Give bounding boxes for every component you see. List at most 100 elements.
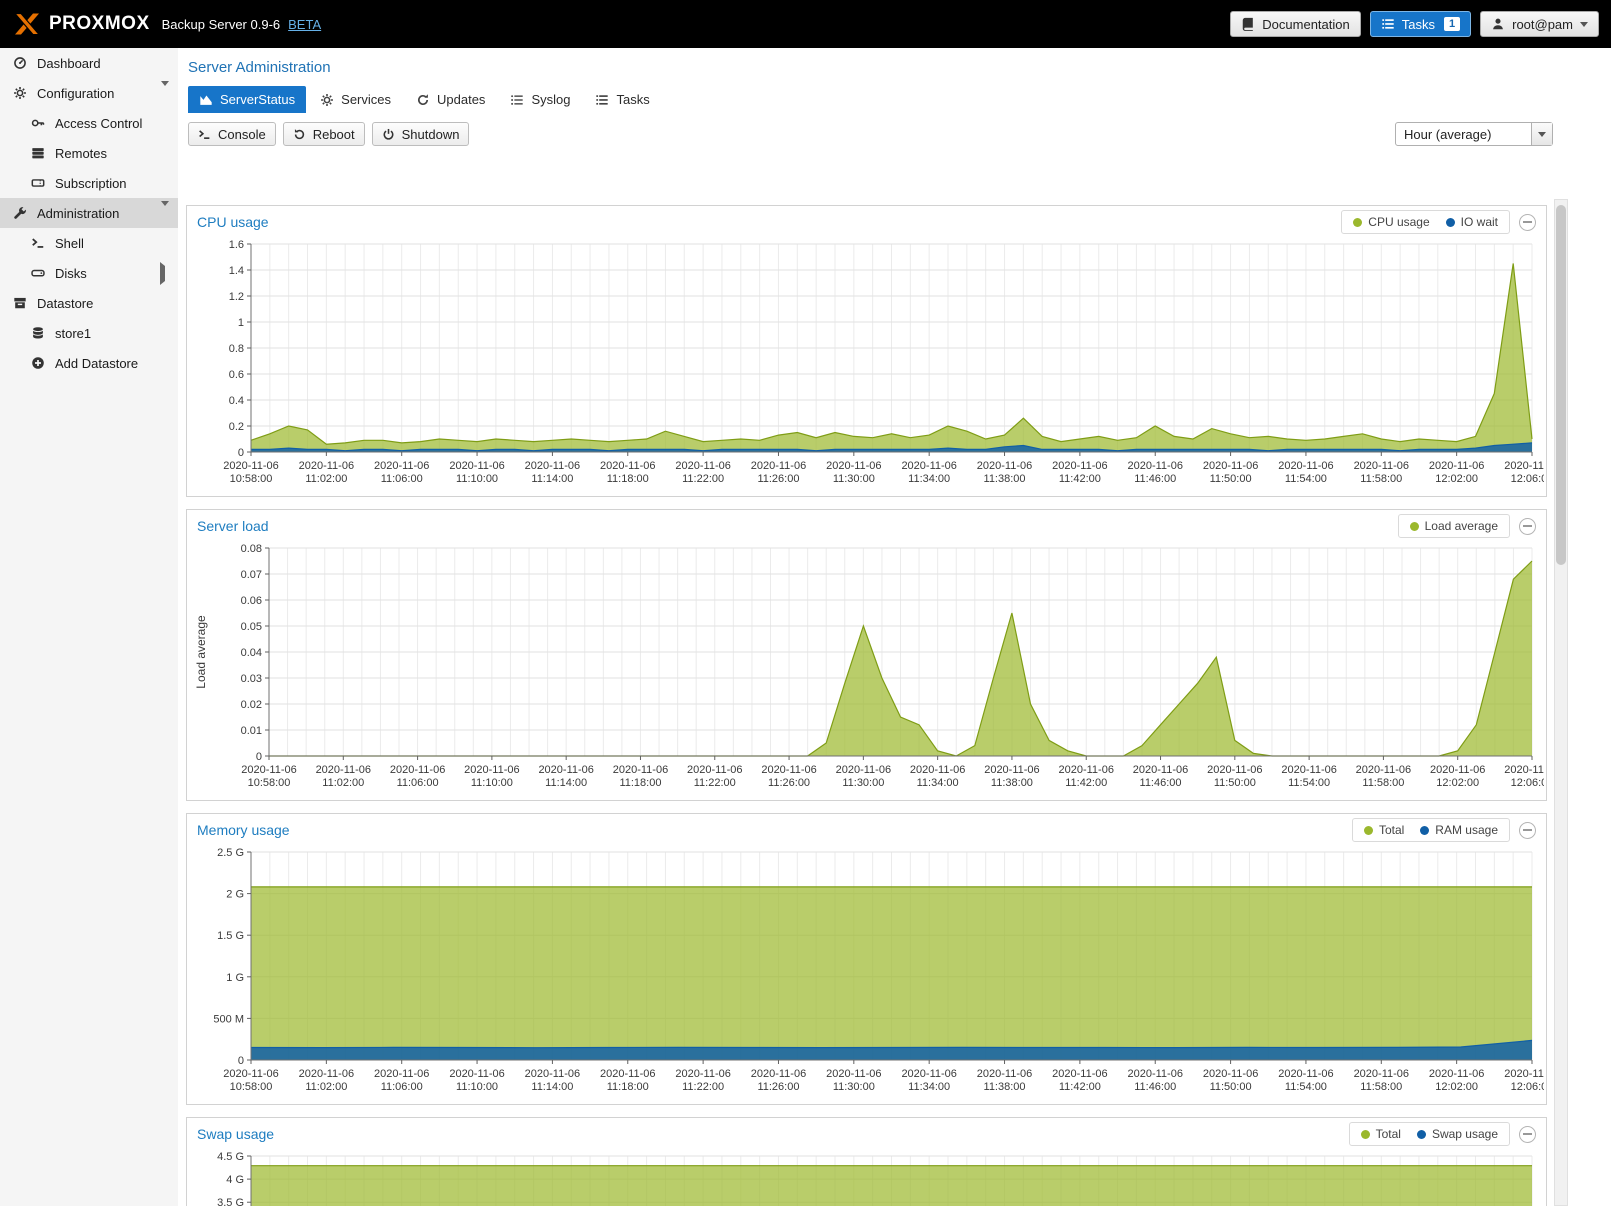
legend-label: IO wait bbox=[1461, 215, 1498, 229]
svg-text:2020-11-06: 2020-11-06 bbox=[1504, 764, 1544, 776]
collapse-icon[interactable] bbox=[1519, 518, 1536, 535]
documentation-label: Documentation bbox=[1262, 17, 1349, 32]
reboot-button[interactable]: Reboot bbox=[283, 122, 365, 146]
tab-services[interactable]: Services bbox=[309, 86, 402, 113]
tasks-button[interactable]: Tasks 1 bbox=[1370, 11, 1471, 37]
svg-text:2020-11-06: 2020-11-06 bbox=[826, 1068, 881, 1080]
legend-item[interactable]: CPU usage bbox=[1353, 215, 1429, 229]
legend-item[interactable]: Load average bbox=[1410, 519, 1498, 533]
chart-area-icon bbox=[199, 93, 213, 107]
user-menu-button[interactable]: root@pam bbox=[1480, 11, 1599, 37]
legend-label: Load average bbox=[1425, 519, 1498, 533]
tab-tasks[interactable]: Tasks bbox=[584, 86, 660, 113]
svg-text:2020-11-06: 2020-11-06 bbox=[374, 1068, 429, 1080]
console-button[interactable]: Console bbox=[188, 122, 276, 146]
legend-dot bbox=[1410, 522, 1419, 531]
cpu-usage-panel: CPU usage CPU usage IO wait 00.20.40.60.… bbox=[186, 205, 1547, 497]
svg-text:2020-11-06: 2020-11-06 bbox=[901, 1068, 956, 1080]
svg-text:11:18:00: 11:18:00 bbox=[607, 473, 649, 485]
sidebar-item-store1[interactable]: store1 bbox=[0, 318, 178, 348]
svg-text:11:06:00: 11:06:00 bbox=[381, 473, 423, 485]
svg-text:2020-11-06: 2020-11-06 bbox=[525, 460, 580, 472]
ticket-icon bbox=[30, 176, 46, 190]
legend-item[interactable]: Total bbox=[1361, 1127, 1401, 1141]
sidebar-item-datastore[interactable]: Datastore bbox=[0, 288, 178, 318]
svg-text:11:26:00: 11:26:00 bbox=[757, 1081, 799, 1093]
svg-text:11:46:00: 11:46:00 bbox=[1134, 1081, 1176, 1093]
vertical-scrollbar[interactable] bbox=[1554, 199, 1568, 1206]
panel-title: Server load bbox=[197, 518, 269, 534]
svg-text:11:14:00: 11:14:00 bbox=[531, 1081, 573, 1093]
tasks-label: Tasks bbox=[1402, 17, 1435, 32]
sidebar-item-add-datastore[interactable]: Add Datastore bbox=[0, 348, 178, 378]
svg-text:2020-11-06: 2020-11-06 bbox=[1278, 1068, 1333, 1080]
svg-text:2020-11-06: 2020-11-06 bbox=[223, 460, 278, 472]
chevron-down-icon[interactable] bbox=[161, 86, 169, 101]
timeframe-value: Hour (average) bbox=[1396, 127, 1531, 142]
app-header: PROXMOX Backup Server 0.9-6 BETA Documen… bbox=[0, 0, 1611, 48]
svg-text:11:58:00: 11:58:00 bbox=[1360, 1081, 1402, 1093]
combo-trigger[interactable] bbox=[1531, 123, 1552, 145]
svg-text:2020-11-06: 2020-11-06 bbox=[901, 460, 956, 472]
legend-dot bbox=[1361, 1130, 1370, 1139]
proxmox-logo: PROXMOX bbox=[12, 11, 150, 37]
sidebar-item-remotes[interactable]: Remotes bbox=[0, 138, 178, 168]
svg-text:11:38:00: 11:38:00 bbox=[984, 1081, 1026, 1093]
collapse-icon[interactable] bbox=[1519, 822, 1536, 839]
svg-text:2020-11-06: 2020-11-06 bbox=[464, 764, 519, 776]
tab-serverstatus[interactable]: ServerStatus bbox=[188, 86, 306, 113]
svg-text:2020-11-06: 2020-11-06 bbox=[1354, 460, 1409, 472]
svg-text:0.05: 0.05 bbox=[241, 621, 262, 633]
svg-text:11:30:00: 11:30:00 bbox=[833, 1081, 875, 1093]
beta-link[interactable]: BETA bbox=[288, 17, 321, 32]
svg-text:0.04: 0.04 bbox=[241, 647, 262, 659]
svg-text:2020-11-06: 2020-11-06 bbox=[449, 1068, 504, 1080]
tab-syslog[interactable]: Syslog bbox=[499, 86, 581, 113]
scrollbar-thumb[interactable] bbox=[1556, 205, 1566, 565]
tab-updates[interactable]: Updates bbox=[405, 86, 496, 113]
legend-item[interactable]: Swap usage bbox=[1417, 1127, 1498, 1141]
svg-text:3.5 G: 3.5 G bbox=[217, 1197, 244, 1206]
sidebar-item-administration[interactable]: Administration bbox=[0, 198, 178, 228]
legend-label: Total bbox=[1376, 1127, 1401, 1141]
tasks-count-badge: 1 bbox=[1444, 17, 1460, 31]
shutdown-button[interactable]: Shutdown bbox=[372, 122, 470, 146]
chart-legend: Total RAM usage bbox=[1352, 818, 1510, 842]
svg-text:Load average: Load average bbox=[194, 615, 208, 689]
sidebar-item-disks[interactable]: Disks bbox=[0, 258, 178, 288]
svg-text:2020-11-06: 2020-11-06 bbox=[1356, 764, 1411, 776]
legend-item[interactable]: Total bbox=[1364, 823, 1404, 837]
svg-text:10:58:00: 10:58:00 bbox=[230, 1081, 273, 1093]
legend-item[interactable]: IO wait bbox=[1446, 215, 1498, 229]
svg-text:1.6: 1.6 bbox=[229, 239, 244, 251]
sidebar-item-configuration[interactable]: Configuration bbox=[0, 78, 178, 108]
chevron-down-icon[interactable] bbox=[161, 206, 169, 221]
collapse-icon[interactable] bbox=[1519, 1126, 1536, 1143]
svg-text:2020-11-06: 2020-11-06 bbox=[751, 460, 806, 472]
svg-text:11:54:00: 11:54:00 bbox=[1285, 1081, 1327, 1093]
sidebar-item-access-control[interactable]: Access Control bbox=[0, 108, 178, 138]
cpu-usage-chart: 00.20.40.60.811.21.41.62020-11-0610:58:0… bbox=[189, 238, 1544, 490]
svg-text:0.4: 0.4 bbox=[229, 395, 244, 407]
svg-text:11:34:00: 11:34:00 bbox=[917, 777, 959, 789]
sidebar-item-shell[interactable]: Shell bbox=[0, 228, 178, 258]
svg-text:11:58:00: 11:58:00 bbox=[1362, 777, 1404, 789]
svg-text:11:22:00: 11:22:00 bbox=[682, 1081, 724, 1093]
svg-text:11:54:00: 11:54:00 bbox=[1285, 473, 1327, 485]
documentation-button[interactable]: Documentation bbox=[1230, 11, 1360, 37]
svg-text:2020-11-06: 2020-11-06 bbox=[223, 1068, 278, 1080]
user-icon bbox=[1491, 17, 1505, 31]
sidebar-item-subscription[interactable]: Subscription bbox=[0, 168, 178, 198]
svg-text:11:26:00: 11:26:00 bbox=[768, 777, 810, 789]
collapse-icon[interactable] bbox=[1519, 214, 1536, 231]
tasks-icon bbox=[1381, 17, 1395, 31]
sidebar-item-dashboard[interactable]: Dashboard bbox=[0, 48, 178, 78]
chevron-right-icon[interactable] bbox=[157, 266, 169, 281]
wrench-icon bbox=[12, 206, 28, 220]
legend-item[interactable]: RAM usage bbox=[1420, 823, 1498, 837]
svg-text:2020-11-06: 2020-11-06 bbox=[600, 460, 655, 472]
server-icon bbox=[30, 146, 46, 160]
gauge-icon bbox=[12, 56, 28, 70]
gears-icon bbox=[320, 93, 334, 107]
timeframe-select[interactable]: Hour (average) bbox=[1395, 122, 1553, 146]
